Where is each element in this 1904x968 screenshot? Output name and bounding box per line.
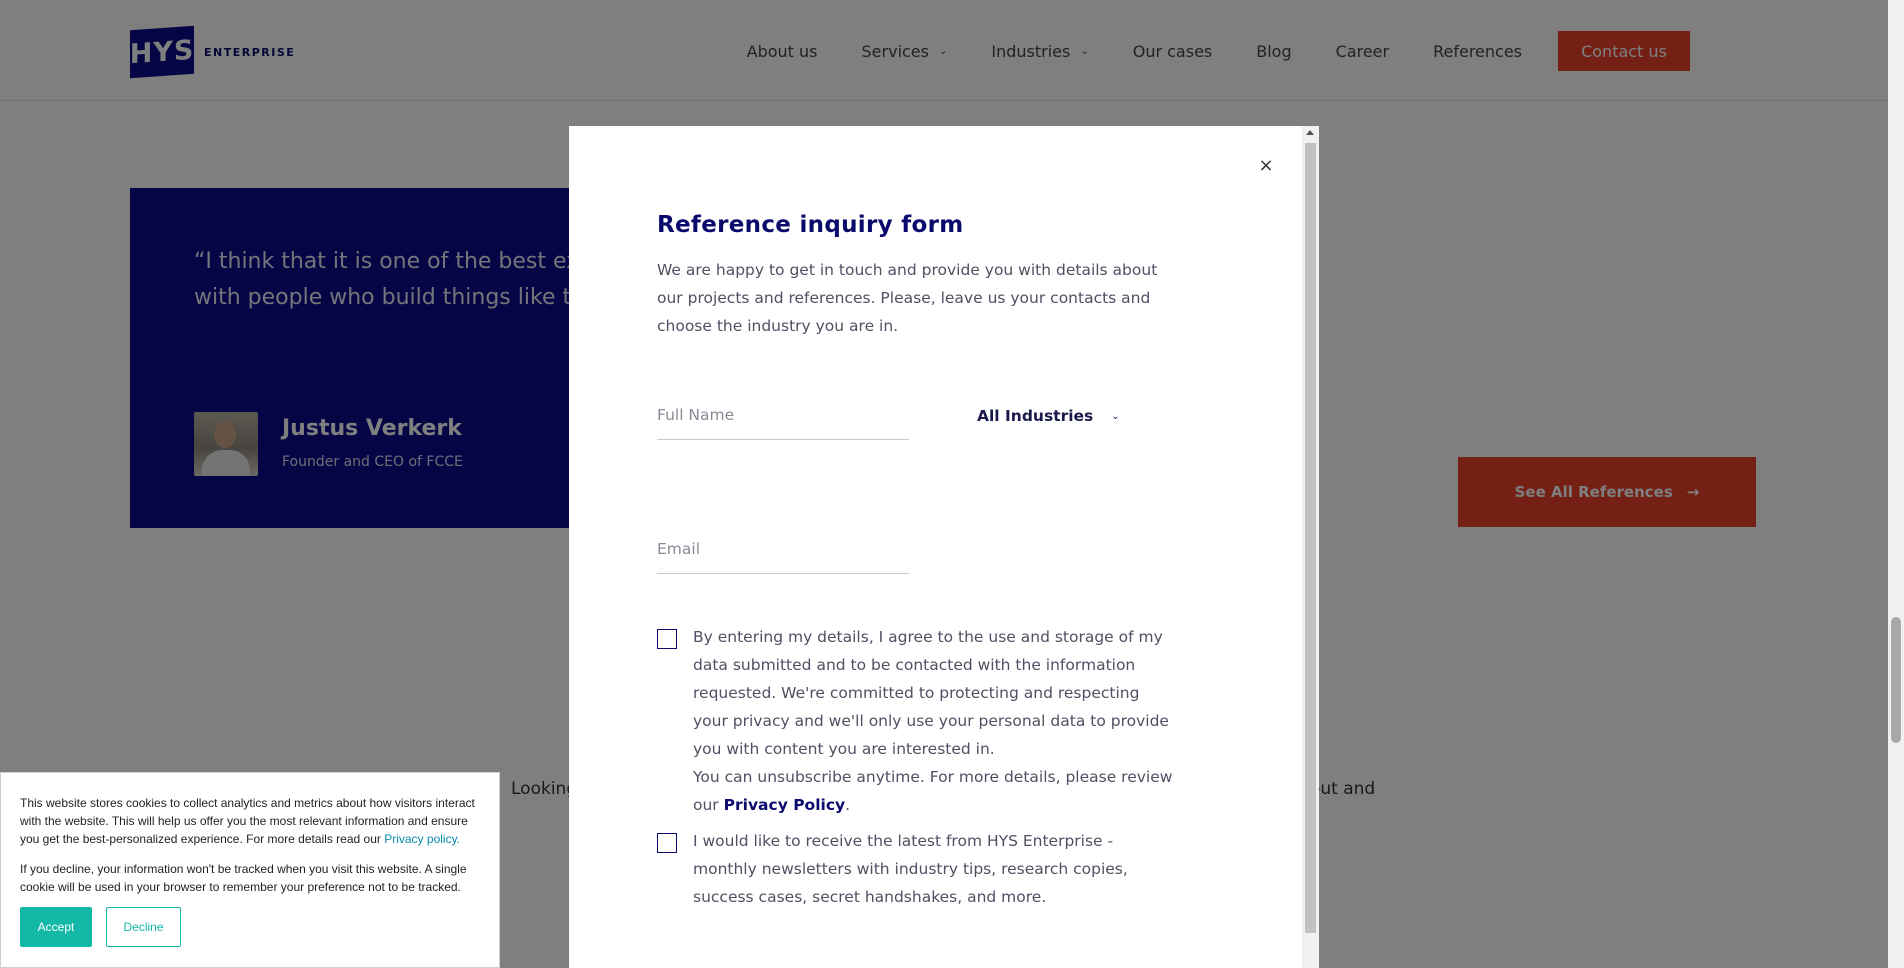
newsletter-checkbox[interactable]: [657, 833, 677, 853]
modal-scrollbar-thumb[interactable]: [1305, 143, 1316, 933]
industry-select[interactable]: All Industries ⌄: [977, 407, 1120, 425]
close-icon[interactable]: ×: [1255, 154, 1277, 176]
modal-scrollbar[interactable]: [1302, 126, 1319, 968]
scroll-up-arrow-icon[interactable]: [1306, 130, 1314, 135]
cookie-text: This website stores cookies to collect a…: [20, 794, 490, 848]
form-title: Reference inquiry form: [657, 212, 964, 238]
page-scrollbar[interactable]: [1888, 0, 1904, 968]
accept-button[interactable]: Accept: [20, 907, 92, 947]
cookie-banner: This website stores cookies to collect a…: [0, 772, 500, 968]
email-field[interactable]: [657, 534, 909, 558]
newsletter-text: I would like to receive the latest from …: [693, 832, 1128, 906]
full-name-field[interactable]: [657, 400, 909, 424]
cookie-decline-text: If you decline, your information won't b…: [20, 862, 467, 894]
page-scrollbar-thumb[interactable]: [1891, 617, 1901, 743]
full-name-field-wrapper: [657, 400, 909, 440]
consent-checkbox[interactable]: [657, 629, 677, 649]
consent-text: By entering my details, I agree to the u…: [693, 628, 1169, 758]
form-description: We are happy to get in touch and provide…: [657, 261, 1158, 335]
reference-inquiry-modal: × Reference inquiry form We are happy to…: [569, 126, 1319, 968]
email-field-wrapper: [657, 534, 909, 574]
industry-select-value: All Industries: [977, 407, 1094, 425]
privacy-policy-link[interactable]: Privacy Policy: [724, 796, 846, 814]
consent-text-block: By entering my details, I agree to the u…: [693, 623, 1173, 819]
decline-button[interactable]: Decline: [106, 907, 181, 947]
cookie-privacy-link[interactable]: Privacy policy.: [384, 832, 460, 846]
chevron-down-icon: ⌄: [1111, 410, 1120, 422]
privacy-suffix: .: [845, 796, 851, 814]
